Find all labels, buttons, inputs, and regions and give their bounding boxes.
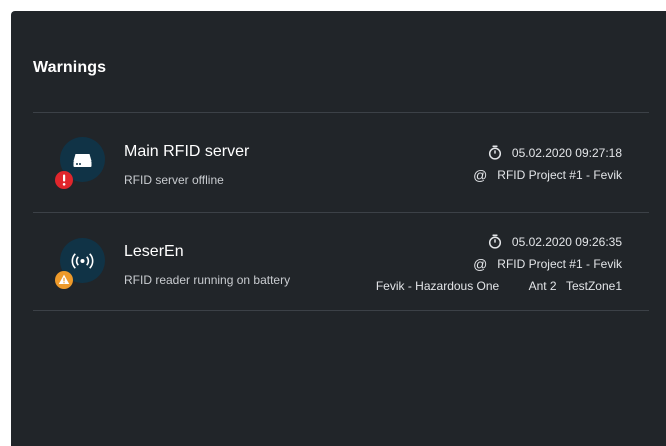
- at-icon: @: [473, 256, 488, 272]
- warning-subtitle: RFID reader running on battery: [124, 273, 291, 287]
- error-badge-icon: [55, 171, 73, 189]
- warning-location-details: Fevik - Hazardous One Ant 2 TestZone1: [376, 279, 622, 293]
- warning-badge-icon: [55, 271, 73, 289]
- warning-item-leseren[interactable]: LeserEn RFID reader running on battery 0…: [33, 213, 649, 311]
- warning-title: Main RFID server: [124, 143, 250, 160]
- warning-title: LeserEn: [124, 243, 184, 260]
- timestamp-text: 05.02.2020 09:26:35: [511, 234, 622, 249]
- project-text: RFID Project #1 - Fevik: [497, 257, 622, 271]
- warning-project: @ RFID Project #1 - Fevik: [473, 168, 622, 182]
- zone-text: TestZone1: [565, 279, 622, 293]
- stopwatch-icon: [488, 145, 502, 160]
- location-text: Fevik - Hazardous One: [375, 279, 500, 293]
- stopwatch-icon: [488, 234, 502, 249]
- warning-timestamp: 05.02.2020 09:26:35: [488, 234, 622, 249]
- warning-timestamp: 05.02.2020 09:27:18: [488, 145, 622, 160]
- warning-subtitle: RFID server offline: [124, 173, 224, 187]
- divider: [33, 310, 649, 311]
- warning-project: @ RFID Project #1 - Fevik: [473, 257, 622, 271]
- antenna-text: Ant 2: [528, 279, 557, 293]
- panel-title: Warnings: [33, 59, 107, 76]
- project-text: RFID Project #1 - Fevik: [497, 168, 622, 182]
- timestamp-text: 05.02.2020 09:27:18: [511, 145, 622, 160]
- at-icon: @: [473, 167, 488, 183]
- warning-item-main-rfid-server[interactable]: Main RFID server RFID server offline 05.…: [33, 113, 649, 211]
- warnings-panel: Warnings Main RFID server RFID server of…: [11, 11, 666, 446]
